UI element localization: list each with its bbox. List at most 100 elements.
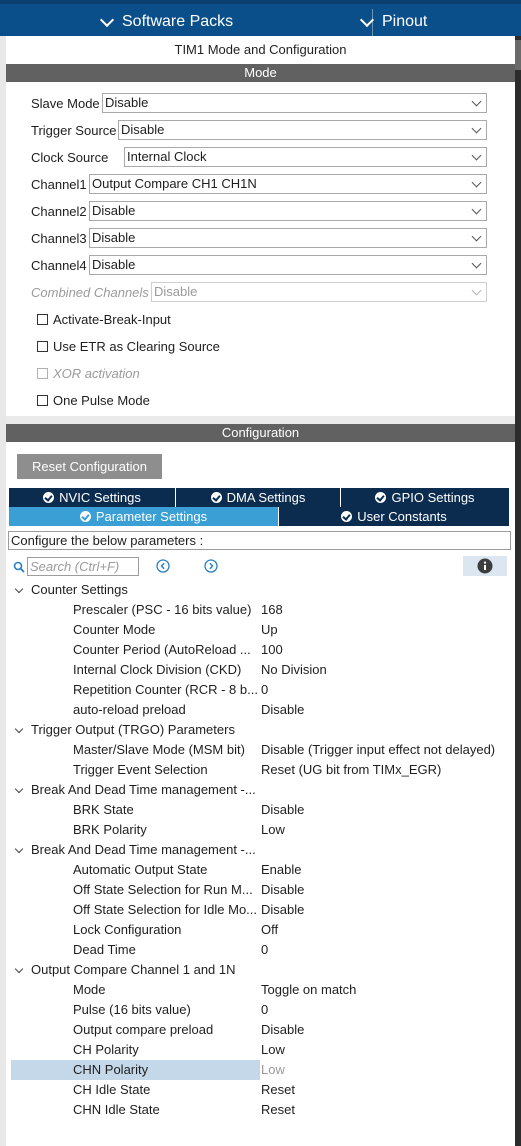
parameter-value[interactable]: Enable xyxy=(261,860,301,880)
parameter-value[interactable]: 0 xyxy=(261,680,268,700)
parameter-value[interactable]: Low xyxy=(261,1040,285,1060)
tree-group[interactable]: Trigger Output (TRGO) Parameters xyxy=(11,720,508,740)
channel4-select[interactable]: Disable xyxy=(89,255,487,275)
parameter-value[interactable]: Disable xyxy=(261,880,304,900)
reset-configuration-button[interactable]: Reset Configuration xyxy=(17,454,162,479)
parameter-row[interactable]: Repetition Counter (RCR - 8 b... 0 xyxy=(11,680,508,700)
parameter-value[interactable]: Disable (Trigger input effect not delaye… xyxy=(261,740,495,760)
parameter-row[interactable]: BRK Polarity Low xyxy=(11,820,508,840)
parameter-value[interactable]: Reset (UG bit from TIMx_EGR) xyxy=(261,760,441,780)
parameter-row[interactable]: Mode Toggle on match xyxy=(11,980,508,1000)
chevron-down-icon xyxy=(471,231,482,242)
parameter-row[interactable]: Pulse (16 bits value) 0 xyxy=(11,1000,508,1020)
tab-parameter-settings[interactable]: Parameter Settings xyxy=(9,507,278,526)
pinout-menu[interactable]: Pinout xyxy=(359,12,428,31)
check-circle-icon xyxy=(210,492,222,503)
tree-group[interactable]: Break And Dead Time management -... xyxy=(11,780,508,800)
parameter-row[interactable]: Internal Clock Division (CKD) No Division xyxy=(11,660,508,680)
right-scrollbar[interactable] xyxy=(515,36,521,1146)
parameter-value[interactable]: Disable xyxy=(261,700,304,720)
parameter-name: Prescaler (PSC - 16 bits value) xyxy=(73,602,252,617)
slave-mode-label: Slave Mode xyxy=(31,96,100,111)
parameter-row[interactable]: CHN Idle State Reset xyxy=(11,1100,508,1120)
use-etr-checkbox[interactable] xyxy=(37,341,48,352)
check-circle-icon xyxy=(375,492,387,503)
parameter-value[interactable]: 100 xyxy=(261,640,283,660)
parameter-value[interactable]: No Division xyxy=(261,660,327,680)
parameter-row[interactable]: Off State Selection for Idle Mo... Disabl… xyxy=(11,900,508,920)
trigger-source-label: Trigger Source xyxy=(31,123,117,138)
group-label: Counter Settings xyxy=(31,582,128,597)
parameter-value[interactable]: Low xyxy=(260,1060,508,1080)
search-input[interactable]: Search (Ctrl+F) xyxy=(27,557,139,576)
pinout-label: Pinout xyxy=(382,13,428,30)
parameter-value[interactable]: 0 xyxy=(261,940,268,960)
parameter-row[interactable]: Lock Configuration Off xyxy=(11,920,508,940)
tab-gpio-settings[interactable]: GPIO Settings xyxy=(341,488,509,507)
parameter-name: Off State Selection for Idle Mo... xyxy=(73,902,258,917)
parameter-value[interactable]: Disable xyxy=(261,1020,304,1040)
configuration-header: Configuration xyxy=(6,424,515,442)
parameter-row[interactable]: Automatic Output State Enable xyxy=(11,860,508,880)
one-pulse-mode-checkbox[interactable] xyxy=(37,395,48,406)
xor-activation-label: XOR activation xyxy=(53,366,140,381)
tab-user-constants[interactable]: User Constants xyxy=(279,507,509,526)
channel2-select[interactable]: Disable xyxy=(89,201,487,221)
group-label: Output Compare Channel 1 and 1N xyxy=(31,962,236,977)
tab-nvic-settings[interactable]: NVIC Settings xyxy=(9,488,175,507)
parameter-row[interactable]: CHN Polarity Low xyxy=(11,1060,508,1080)
chevron-down-icon[interactable] xyxy=(14,844,24,854)
parameter-row[interactable]: Output compare preload Disable xyxy=(11,1020,508,1040)
parameter-value[interactable]: Reset xyxy=(261,1080,295,1100)
parameter-row[interactable]: Prescaler (PSC - 16 bits value) 168 xyxy=(11,600,508,620)
chevron-down-icon[interactable] xyxy=(14,964,24,974)
tree-group[interactable]: Output Compare Channel 1 and 1N xyxy=(11,960,508,980)
parameter-name: Master/Slave Mode (MSM bit) xyxy=(73,742,245,757)
clock-source-select[interactable]: Internal Clock xyxy=(124,147,487,167)
parameter-name: Dead Time xyxy=(73,942,136,957)
parameter-value[interactable]: 0 xyxy=(261,1000,268,1020)
channel3-select[interactable]: Disable xyxy=(89,228,487,248)
scrollbar-thumb[interactable] xyxy=(515,40,521,70)
parameter-value[interactable]: Low xyxy=(261,820,285,840)
one-pulse-mode-label: One Pulse Mode xyxy=(53,393,150,408)
parameter-value[interactable]: Up xyxy=(261,620,278,640)
tree-group[interactable]: Counter Settings xyxy=(11,580,508,600)
parameter-value[interactable]: Reset xyxy=(261,1100,295,1120)
chevron-down-icon[interactable] xyxy=(14,584,24,594)
trigger-source-select[interactable]: Disable xyxy=(118,120,487,140)
parameter-value[interactable]: Off xyxy=(261,920,278,940)
tab-label: User Constants xyxy=(357,509,447,524)
parameter-value[interactable]: 168 xyxy=(261,600,283,620)
parameter-row[interactable]: auto-reload preload Disable xyxy=(11,700,508,720)
tree-group[interactable]: Break And Dead Time management -... xyxy=(11,840,508,860)
parameter-row[interactable]: CH Polarity Low xyxy=(11,1040,508,1060)
parameter-value[interactable]: Disable xyxy=(261,800,304,820)
parameter-row[interactable]: Counter Mode Up xyxy=(11,620,508,640)
tab-dma-settings[interactable]: DMA Settings xyxy=(176,488,340,507)
parameter-name: Pulse (16 bits value) xyxy=(73,1002,191,1017)
previous-icon[interactable] xyxy=(156,559,170,573)
parameter-row[interactable]: Master/Slave Mode (MSM bit) Disable (Trig… xyxy=(11,740,508,760)
parameter-value[interactable]: Toggle on match xyxy=(261,980,356,1000)
activate-break-input-checkbox[interactable] xyxy=(37,314,48,325)
slave-mode-select[interactable]: Disable xyxy=(102,93,487,113)
info-button[interactable] xyxy=(463,556,507,576)
chevron-down-icon xyxy=(471,285,482,296)
software-packs-menu[interactable]: Software Packs xyxy=(99,12,233,31)
parameter-row[interactable]: Trigger Event Selection Reset (UG bit fro… xyxy=(11,760,508,780)
activate-break-input-label: Activate-Break-Input xyxy=(53,312,171,327)
parameter-row[interactable]: Counter Period (AutoReload ... 100 xyxy=(11,640,508,660)
channel1-select[interactable]: Output Compare CH1 CH1N xyxy=(89,174,487,194)
parameter-row[interactable]: Off State Selection for Run M... Disable xyxy=(11,880,508,900)
parameter-value[interactable]: Disable xyxy=(261,900,304,920)
chevron-down-icon[interactable] xyxy=(14,784,24,794)
chevron-down-icon[interactable] xyxy=(14,724,24,734)
parameter-row[interactable]: Dead Time 0 xyxy=(11,940,508,960)
tab-label: Parameter Settings xyxy=(95,509,208,524)
parameter-name: CHN Polarity xyxy=(73,1062,149,1077)
panel-title: TIM1 Mode and Configuration xyxy=(174,42,347,57)
next-icon[interactable] xyxy=(204,559,218,573)
parameter-row[interactable]: CH Idle State Reset xyxy=(11,1080,508,1100)
parameter-row[interactable]: BRK State Disable xyxy=(11,800,508,820)
